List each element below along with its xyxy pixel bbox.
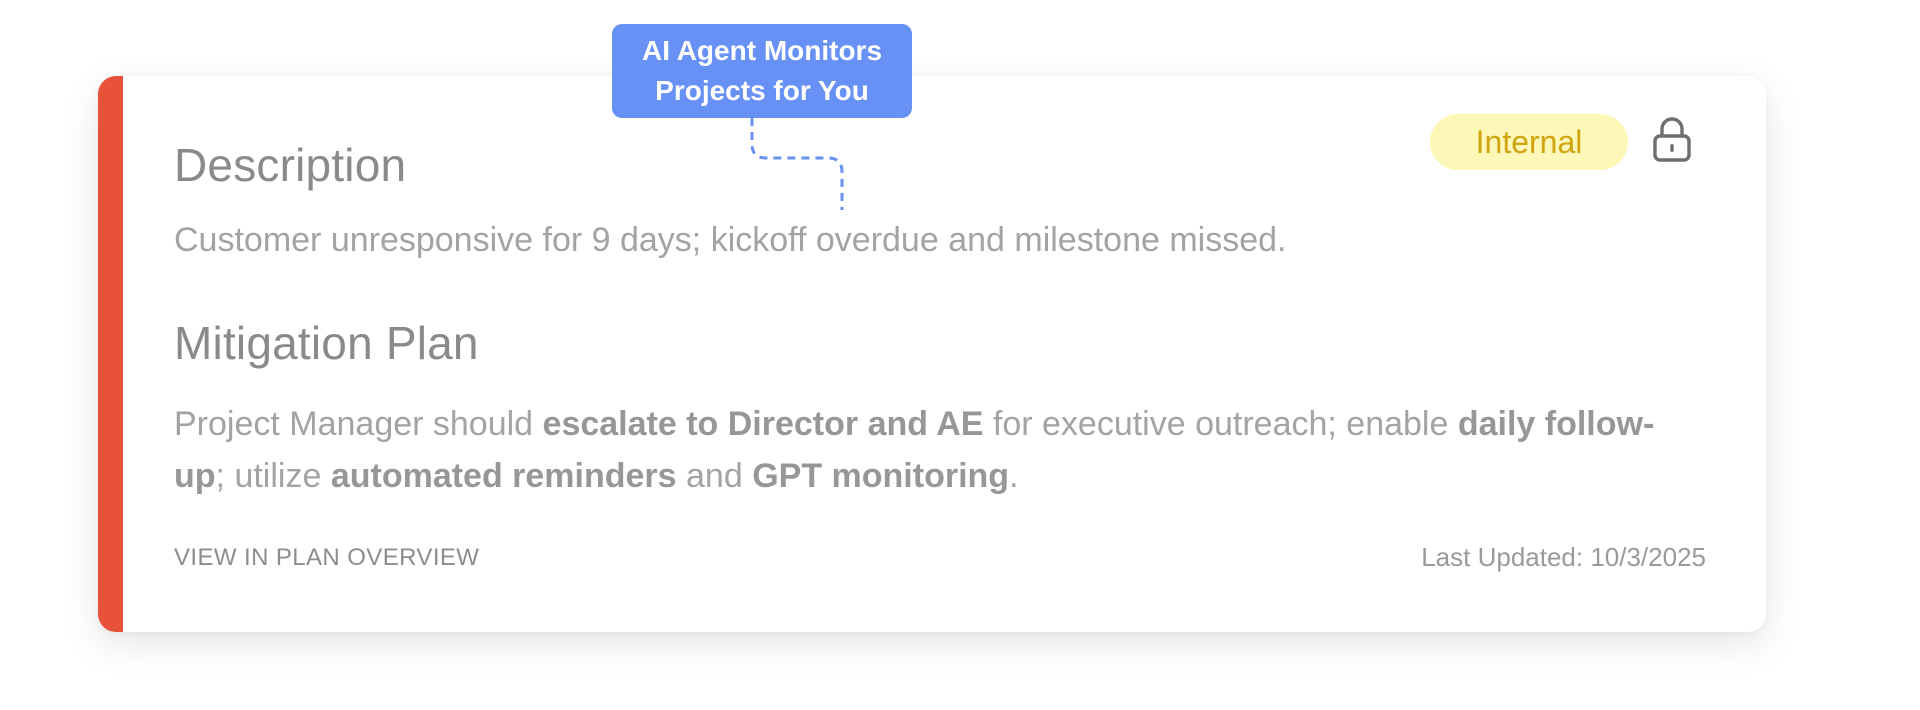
callout-line-2: Projects for You: [655, 75, 869, 106]
description-text: Customer unresponsive for 9 days; kickof…: [174, 221, 1287, 259]
view-in-plan-overview-link[interactable]: VIEW IN PLAN OVERVIEW: [174, 544, 479, 572]
mitigation-title: Mitigation Plan: [174, 317, 479, 369]
lock-icon[interactable]: [1650, 116, 1694, 164]
risk-card: Internal Description Customer unresponsi…: [98, 76, 1766, 632]
mitigation-segment: .: [1009, 457, 1019, 495]
mitigation-emphasis: automated reminders: [330, 457, 677, 495]
stage: Internal Description Customer unresponsi…: [0, 0, 1920, 710]
internal-badge: Internal: [1430, 114, 1628, 170]
mitigation-emphasis: GPT monitoring: [752, 457, 1010, 495]
card-accent-bar: [98, 76, 123, 632]
mitigation-segment: ; utilize: [215, 457, 331, 495]
callout-line-1: AI Agent Monitors: [641, 35, 883, 66]
last-updated-text: Last Updated: 10/3/2025: [1421, 542, 1706, 572]
mitigation-text: Project Manager should escalate to Direc…: [174, 398, 1674, 502]
description-title: Description: [174, 139, 407, 191]
lock-icon-svg: [1653, 117, 1691, 162]
mitigation-emphasis: escalate to Director and AE: [542, 405, 984, 443]
ai-agent-callout: AI Agent Monitors Projects for You: [612, 24, 912, 118]
mitigation-segment: for executive outreach; enable: [983, 405, 1458, 443]
mitigation-segment: and: [676, 457, 753, 495]
mitigation-segment: Project Manager should: [174, 405, 543, 443]
